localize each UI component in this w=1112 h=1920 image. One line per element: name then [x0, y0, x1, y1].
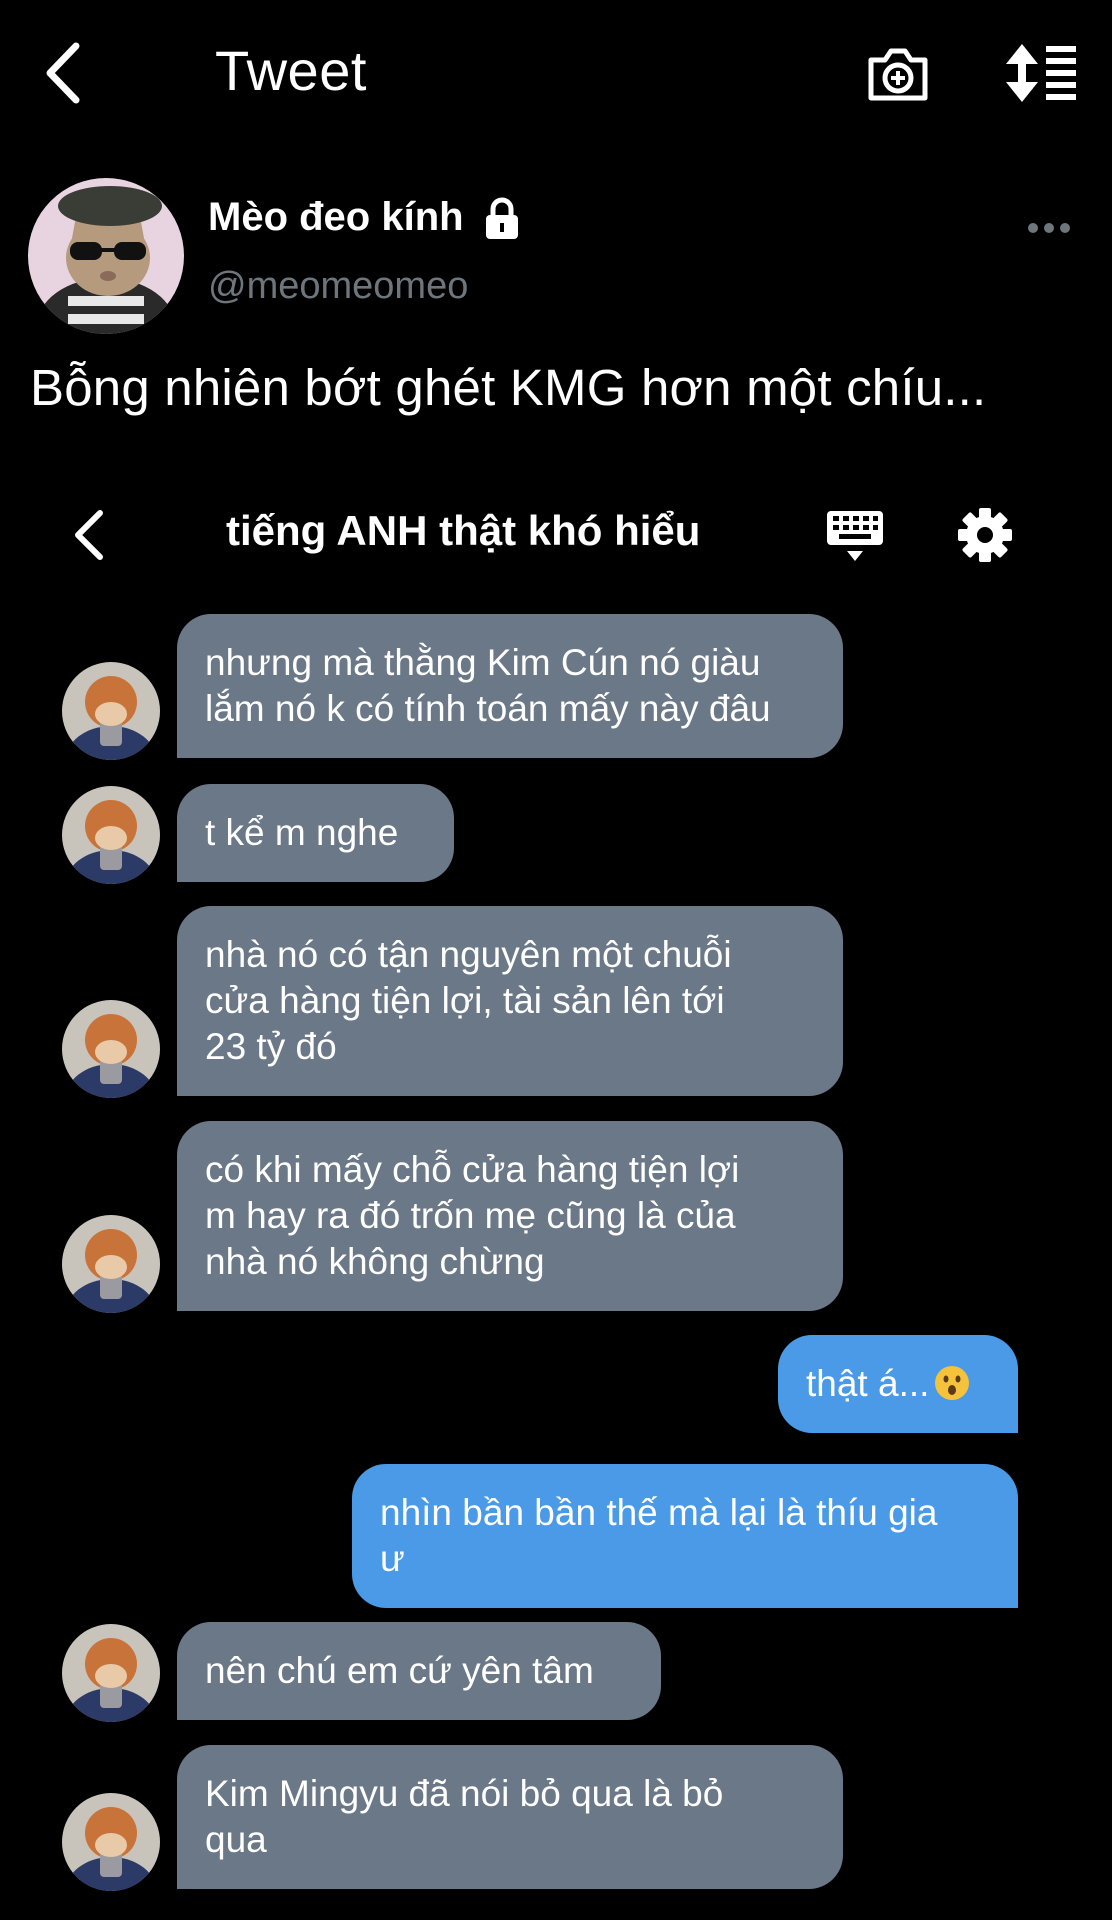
message-line: nên chú em cứ yên tâm	[205, 1650, 594, 1691]
sender-avatar	[62, 1215, 160, 1313]
person-avatar-icon	[62, 1624, 160, 1722]
gear-icon	[958, 508, 1012, 562]
camera-plus-icon	[868, 48, 928, 101]
settings-button	[955, 505, 1015, 565]
message-line: ư	[380, 1538, 405, 1579]
message-bubble-outgoing: nhìn bần bần thế mà lại là thíu gia ư	[352, 1464, 1018, 1608]
message-line: qua	[205, 1819, 267, 1860]
keyboard-icon	[827, 511, 883, 561]
message-bubble-incoming: Kim Mingyu đã nói bỏ qua là bỏ qua	[177, 1745, 843, 1889]
message-bubble-incoming: nhà nó có tận nguyên một chuỗi cửa hàng …	[177, 906, 843, 1096]
message-line: cửa hàng tiện lợi, tài sản lên tới	[205, 980, 725, 1021]
message-bubble-incoming: t kể m nghe	[177, 784, 454, 882]
person-avatar-icon	[62, 1793, 160, 1891]
message-bubble-incoming: có khi mấy chỗ cửa hàng tiện lợi m hay r…	[177, 1121, 843, 1311]
message-line: t kể m nghe	[205, 812, 399, 853]
cat-avatar-icon	[28, 178, 184, 334]
page-title: Tweet	[215, 39, 367, 102]
person-avatar-icon	[62, 1215, 160, 1313]
camera-button[interactable]	[865, 40, 931, 106]
person-avatar-icon	[62, 786, 160, 884]
tweet-text: Bỗng nhiên bớt ghét KMG hơn một chíu...	[30, 359, 987, 416]
back-icon	[46, 42, 80, 104]
sender-avatar	[62, 786, 160, 884]
message-bubble-outgoing: thật á...	[778, 1335, 1018, 1433]
author-name-label: Mèo đeo kính	[208, 195, 464, 239]
back-icon	[75, 510, 103, 560]
message-line: có khi mấy chỗ cửa hàng tiện lợi	[205, 1149, 740, 1190]
message-line: m hay ra đó trốn mẹ cũng là của	[205, 1195, 736, 1236]
sort-button[interactable]	[1000, 40, 1080, 106]
chat-back-button	[68, 505, 112, 565]
lock-icon	[485, 197, 518, 239]
author-name[interactable]: Mèo đeo kính	[208, 195, 522, 240]
sender-avatar	[62, 1000, 160, 1098]
author-handle[interactable]: @meomeomeo	[208, 265, 468, 308]
person-avatar-icon	[62, 1000, 160, 1098]
message-bubble-incoming: nên chú em cứ yên tâm	[177, 1622, 661, 1720]
keyboard-button	[825, 505, 885, 565]
message-line: nhà nó có tận nguyên một chuỗi	[205, 934, 732, 975]
chat-header: tiếng ANH thật khó hiểu	[0, 495, 1112, 575]
back-button[interactable]	[40, 38, 96, 108]
message-line: nhà nó không chừng	[205, 1241, 545, 1282]
message-line: Kim Mingyu đã nói bỏ qua là bỏ	[205, 1773, 724, 1814]
more-icon	[1028, 223, 1070, 233]
message-line: nhìn bần bần thế mà lại là thíu gia	[380, 1492, 938, 1533]
avatar[interactable]	[28, 178, 184, 334]
person-avatar-icon	[62, 662, 160, 760]
message-bubble-incoming: nhưng mà thằng Kim Cún nó giàu lắm nó k …	[177, 614, 843, 758]
message-line: 23 tỷ đó	[205, 1026, 337, 1067]
more-options-button[interactable]	[1025, 218, 1075, 238]
chat-title: tiếng ANH thật khó hiểu	[226, 507, 701, 554]
message-line: nhưng mà thằng Kim Cún nó giàu	[205, 642, 761, 683]
sender-avatar	[62, 1793, 160, 1891]
sender-avatar	[62, 1624, 160, 1722]
sender-avatar	[62, 662, 160, 760]
sort-icon	[1006, 44, 1076, 102]
surprised-face-icon	[935, 1366, 970, 1400]
message-line: thật á...	[806, 1363, 930, 1404]
message-line: lắm nó k có tính toán mấy này đâu	[205, 688, 771, 729]
top-bar: Tweet	[0, 0, 1112, 150]
